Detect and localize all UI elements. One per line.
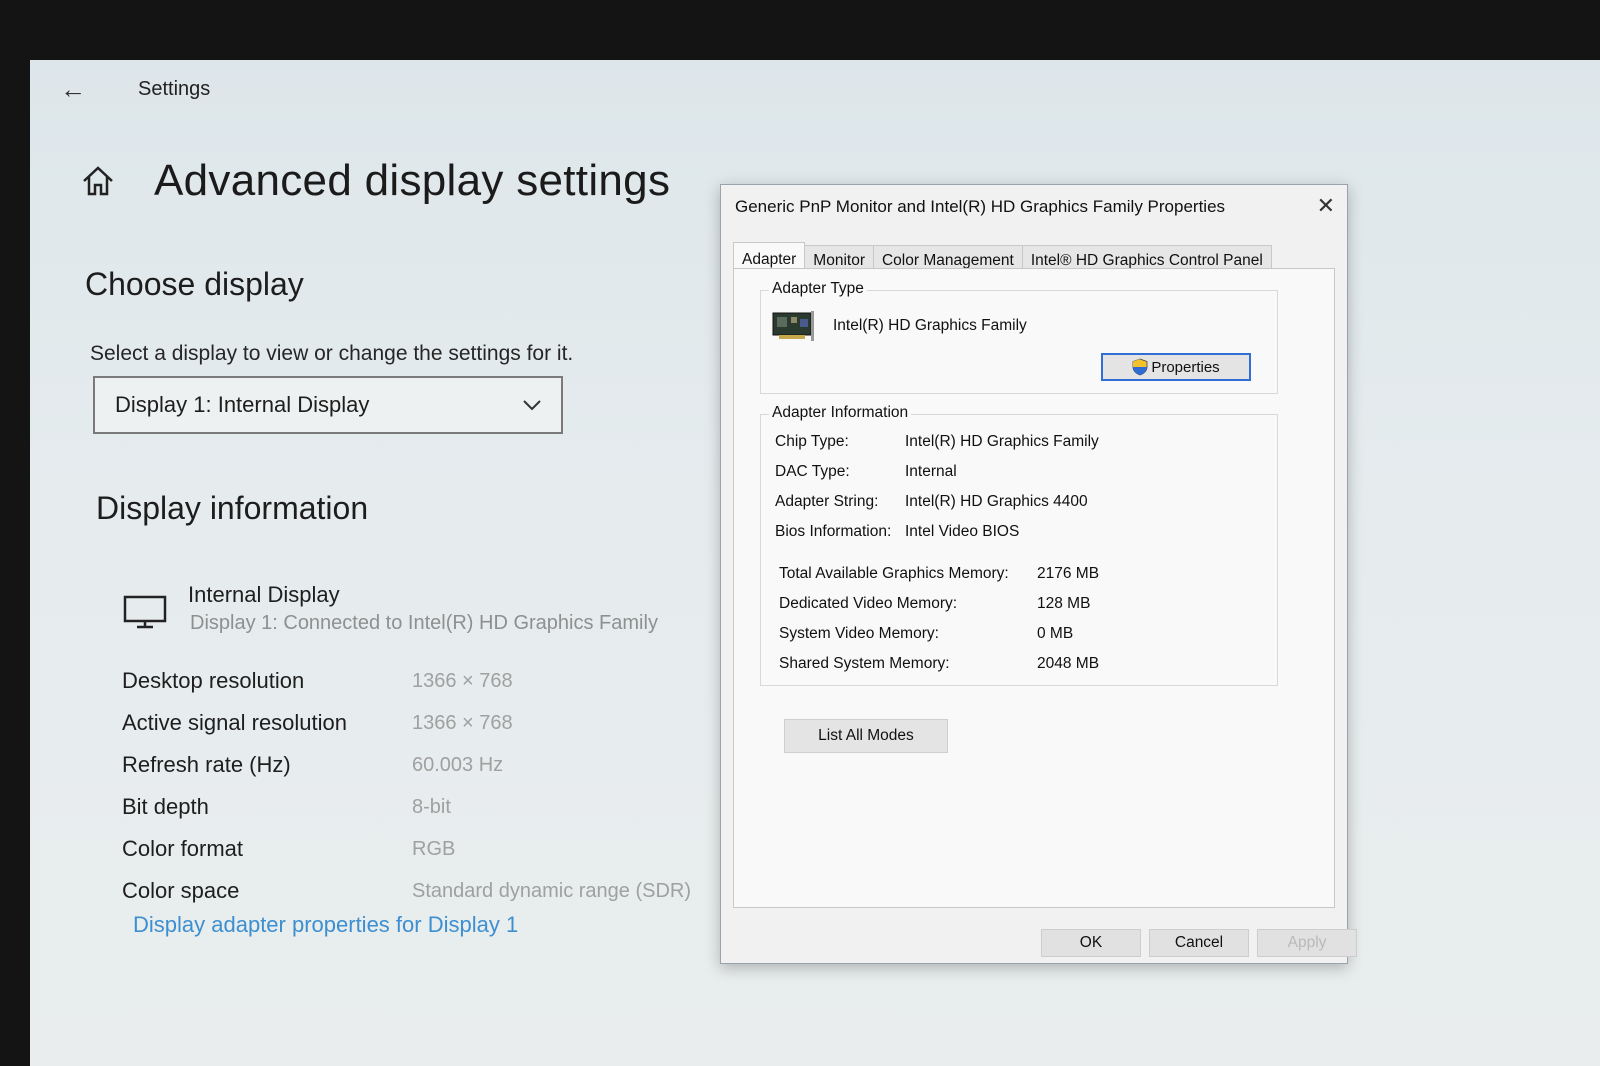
info-value: 2176 MB: [1037, 565, 1100, 582]
info-value: 60.003 Hz: [412, 753, 504, 776]
info-value: 1366 × 768: [412, 711, 513, 734]
title-bar: ← Settings: [60, 74, 210, 105]
info-label: System Video Memory:: [779, 625, 939, 642]
properties-button[interactable]: Properties: [1101, 353, 1251, 381]
adapter-type-name: Intel(R) HD Graphics Family: [833, 317, 1027, 334]
shared-system-memory-row: Shared System Memory: 2048 MB: [779, 655, 1099, 673]
cancel-button[interactable]: Cancel: [1149, 929, 1249, 957]
info-row: Active signal resolution 1366 × 768: [122, 702, 691, 744]
total-graphics-memory-row: Total Available Graphics Memory: 2176 MB: [779, 565, 1099, 583]
apply-button[interactable]: Apply: [1257, 929, 1357, 957]
select-display-label: Select a display to view or change the s…: [90, 342, 574, 365]
display-information-heading: Display information: [96, 490, 369, 526]
screen: ← Settings Advanced display settings Cho…: [30, 60, 1600, 1066]
info-value: 1366 × 768: [412, 669, 513, 692]
info-value: Intel Video BIOS: [905, 523, 1020, 540]
info-value: Intel(R) HD Graphics Family: [905, 433, 1099, 450]
window-title: Settings: [138, 78, 211, 100]
display-info-table: Desktop resolution 1366 × 768 Active sig…: [122, 660, 691, 912]
uac-shield-icon: [1132, 358, 1148, 376]
adapter-tab-panel: Adapter Type Intel(R) HD Graphics Family: [733, 268, 1335, 908]
info-value: Internal: [905, 463, 957, 480]
info-row: Desktop resolution 1366 × 768: [122, 660, 691, 702]
info-label: Bios Information:: [775, 523, 892, 540]
page-title: Advanced display settings: [154, 156, 671, 205]
info-label: Adapter String:: [775, 493, 879, 510]
info-label: Desktop resolution: [122, 668, 305, 693]
settings-window: ← Settings Advanced display settings Cho…: [30, 60, 730, 1066]
dedicated-video-memory-row: Dedicated Video Memory: 128 MB: [779, 595, 1090, 613]
adapter-properties-dialog: Generic PnP Monitor and Intel(R) HD Grap…: [720, 184, 1357, 964]
bios-information-row: Bios Information: Intel Video BIOS: [775, 523, 1019, 541]
chevron-down-icon: [523, 400, 541, 411]
close-icon[interactable]: ✕: [1317, 193, 1335, 219]
chip-type-row: Chip Type: Intel(R) HD Graphics Family: [775, 433, 1099, 451]
info-value: RGB: [412, 837, 456, 860]
properties-button-label: Properties: [1151, 358, 1220, 376]
system-video-memory-row: System Video Memory: 0 MB: [779, 625, 1073, 643]
info-label: Refresh rate (Hz): [122, 752, 291, 777]
info-value: 8-bit: [412, 795, 451, 818]
info-value: Intel(R) HD Graphics 4400: [905, 493, 1088, 510]
info-value: 128 MB: [1037, 595, 1091, 612]
adapter-type-label: Adapter Type: [769, 280, 867, 298]
info-row: Bit depth 8-bit: [122, 786, 691, 828]
adapter-string-row: Adapter String: Intel(R) HD Graphics 440…: [775, 493, 1088, 511]
info-label: DAC Type:: [775, 463, 850, 480]
selected-display: Display 1: Internal Display: [115, 392, 370, 417]
back-arrow-icon[interactable]: ←: [60, 74, 110, 105]
ok-button[interactable]: OK: [1041, 929, 1141, 957]
home-icon[interactable]: [80, 163, 116, 199]
info-row: Color space Standard dynamic range (SDR): [122, 870, 691, 912]
info-label: Active signal resolution: [122, 710, 348, 735]
info-label: Shared System Memory:: [779, 655, 950, 672]
adapter-type-group: Adapter Type Intel(R) HD Graphics Family: [760, 280, 1278, 394]
info-label: Dedicated Video Memory:: [779, 595, 958, 612]
info-row: Refresh rate (Hz) 60.003 Hz: [122, 744, 691, 786]
display-adapter-properties-link[interactable]: Display adapter properties for Display 1: [133, 912, 518, 938]
info-row: Color format RGB: [122, 828, 691, 870]
info-value: 0 MB: [1037, 625, 1074, 642]
info-value: Standard dynamic range (SDR): [412, 879, 692, 902]
info-label: Color space: [122, 878, 240, 903]
display-select-dropdown[interactable]: Display 1: Internal Display: [93, 376, 563, 434]
dac-type-row: DAC Type: Internal: [775, 463, 957, 481]
info-label: Total Available Graphics Memory:: [779, 565, 1009, 582]
adapter-information-label: Adapter Information: [769, 404, 912, 422]
info-label: Bit depth: [122, 794, 209, 819]
display-name: Internal Display: [188, 582, 340, 607]
monitor-icon: [123, 595, 167, 629]
info-label: Chip Type:: [775, 433, 849, 450]
choose-display-heading: Choose display: [85, 266, 304, 302]
info-label: Color format: [122, 836, 244, 861]
list-all-modes-button[interactable]: List All Modes: [784, 719, 948, 753]
info-value: 2048 MB: [1037, 655, 1100, 672]
dialog-title: Generic PnP Monitor and Intel(R) HD Grap…: [735, 197, 1226, 216]
display-connection-status: Display 1: Connected to Intel(R) HD Grap…: [190, 612, 658, 634]
page-header: Advanced display settings: [80, 156, 670, 206]
adapter-information-group: Adapter Information Chip Type: Intel(R) …: [760, 404, 1278, 686]
graphics-card-icon: [772, 311, 814, 341]
